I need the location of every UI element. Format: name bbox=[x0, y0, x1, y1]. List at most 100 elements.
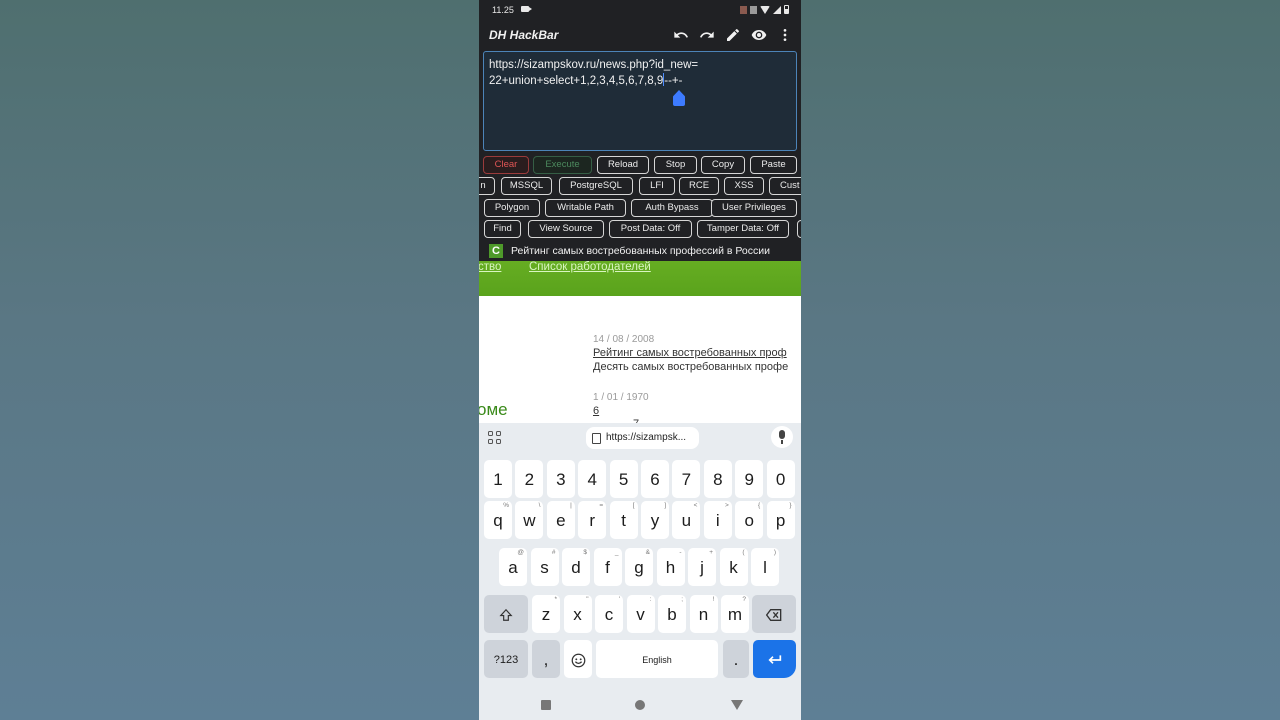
news-title-link[interactable]: 6 bbox=[593, 405, 599, 417]
key-n[interactable]: n! bbox=[689, 595, 718, 633]
key-e-label: e bbox=[556, 511, 566, 530]
rce-button[interactable]: RCE bbox=[679, 177, 719, 195]
key-u[interactable]: u < bbox=[672, 501, 701, 539]
key-7-label: 7 bbox=[681, 470, 692, 489]
button-row-options: Find View Source Post Data: Off Tamper D… bbox=[479, 220, 801, 240]
reload-button[interactable]: Reload bbox=[597, 156, 649, 174]
polygon-button[interactable]: Polygon bbox=[484, 199, 540, 217]
news-title-link[interactable]: Рейтинг самых востребованных проф bbox=[593, 347, 787, 359]
back-button[interactable] bbox=[731, 700, 743, 710]
mysql-button[interactable]: n bbox=[479, 177, 495, 195]
clipboard-suggestion[interactable]: https://sizampsk... bbox=[586, 427, 699, 449]
view-source-button[interactable]: View Source bbox=[528, 220, 604, 238]
nav-link-partial[interactable]: ство bbox=[479, 261, 501, 273]
postgresql-button[interactable]: PostgreSQL bbox=[559, 177, 633, 195]
key-g[interactable]: g & bbox=[625, 548, 653, 586]
custom-button[interactable]: Cust bbox=[769, 177, 801, 195]
enter-key[interactable] bbox=[753, 640, 796, 678]
key-z[interactable]: z * bbox=[532, 595, 560, 633]
key-f[interactable]: f _ bbox=[593, 548, 622, 586]
key-t[interactable]: t[ bbox=[609, 501, 638, 539]
key-hint: _ bbox=[614, 549, 619, 556]
stop-button[interactable]: Stop bbox=[654, 156, 697, 174]
tamper-data-toggle[interactable]: Tamper Data: Off bbox=[697, 220, 789, 238]
symbols-key[interactable]: ?123 bbox=[484, 640, 528, 678]
xss-button[interactable]: XSS bbox=[724, 177, 764, 195]
key-4[interactable]: 4 bbox=[578, 460, 607, 498]
key-y[interactable]: y] bbox=[641, 501, 669, 539]
key-x[interactable]: x " bbox=[563, 595, 592, 633]
key-1[interactable]: 1 bbox=[484, 460, 512, 498]
auth-bypass-button[interactable]: Auth Bypass bbox=[631, 199, 713, 217]
caret-handle[interactable] bbox=[673, 90, 685, 106]
apps-grid-icon[interactable] bbox=[488, 431, 506, 447]
microphone-icon[interactable] bbox=[771, 426, 793, 448]
key-n-label: n bbox=[698, 605, 709, 624]
key-m[interactable]: m? bbox=[721, 595, 749, 633]
key-w[interactable]: w \ bbox=[515, 501, 544, 539]
key-e[interactable]: e | bbox=[546, 501, 575, 539]
key-p[interactable]: p} bbox=[766, 501, 795, 539]
key-hint: " bbox=[586, 596, 589, 603]
key-hint: = bbox=[599, 502, 604, 509]
nav-link-employers[interactable]: Список работодателей bbox=[529, 261, 651, 273]
mssql-button[interactable]: MSSQL bbox=[501, 177, 552, 195]
key-k[interactable]: k( bbox=[719, 548, 748, 586]
lfi-button[interactable]: LFI bbox=[639, 177, 675, 195]
writable-path-button[interactable]: Writable Path bbox=[545, 199, 626, 217]
user-privileges-button[interactable]: User Privileges bbox=[711, 199, 797, 217]
post-data-toggle[interactable]: Post Data: Off bbox=[609, 220, 692, 238]
key-hint: * bbox=[554, 596, 557, 603]
comma-key[interactable]: , bbox=[532, 640, 560, 678]
clear-button[interactable]: Clear bbox=[483, 156, 529, 174]
key-2[interactable]: 2 bbox=[515, 460, 544, 498]
undo-icon[interactable] bbox=[671, 25, 691, 45]
key-7[interactable]: 7 bbox=[672, 460, 701, 498]
key-l-label: l bbox=[763, 558, 767, 577]
key-l[interactable]: l) bbox=[751, 548, 779, 586]
key-j[interactable]: j + bbox=[688, 548, 716, 586]
more-vert-icon[interactable] bbox=[775, 25, 795, 45]
key-d[interactable]: d $ bbox=[562, 548, 590, 586]
key-s[interactable]: s # bbox=[530, 548, 559, 586]
key-o[interactable]: o{ bbox=[735, 501, 764, 539]
key-c[interactable]: c ' bbox=[595, 595, 623, 633]
shift-key[interactable] bbox=[484, 595, 528, 633]
emoji-key[interactable] bbox=[564, 640, 592, 678]
key-hint: ; bbox=[681, 596, 683, 603]
app-bar: DH HackBar bbox=[479, 20, 801, 50]
edit-icon[interactable] bbox=[723, 25, 743, 45]
more-options-button[interactable] bbox=[797, 220, 801, 238]
redo-icon[interactable] bbox=[697, 25, 717, 45]
home-button[interactable] bbox=[635, 700, 645, 710]
recents-button[interactable] bbox=[541, 700, 551, 710]
backspace-key[interactable] bbox=[752, 595, 796, 633]
key-a[interactable]: a @ bbox=[499, 548, 527, 586]
key-b[interactable]: b; bbox=[658, 595, 686, 633]
notification-icon bbox=[750, 5, 757, 14]
space-key[interactable]: English bbox=[596, 640, 718, 678]
key-3[interactable]: 3 bbox=[546, 460, 575, 498]
paste-button[interactable]: Paste bbox=[750, 156, 797, 174]
key-5[interactable]: 5 bbox=[609, 460, 638, 498]
key-q[interactable]: q% bbox=[484, 501, 512, 539]
key-r[interactable]: r = bbox=[578, 501, 607, 539]
key-8[interactable]: 8 bbox=[703, 460, 732, 498]
period-key-label: . bbox=[733, 650, 739, 669]
key-0[interactable]: 0 bbox=[766, 460, 795, 498]
key-hint: $ bbox=[583, 549, 587, 556]
period-key[interactable]: . bbox=[723, 640, 749, 678]
eye-icon[interactable] bbox=[749, 25, 769, 45]
key-h[interactable]: h- bbox=[656, 548, 685, 586]
key-9[interactable]: 9 bbox=[735, 460, 764, 498]
side-heading: оме bbox=[479, 400, 508, 419]
key-i[interactable]: i > bbox=[703, 501, 732, 539]
find-button[interactable]: Find bbox=[484, 220, 521, 238]
key-hint: \ bbox=[538, 502, 541, 509]
key-g-label: g bbox=[634, 558, 644, 577]
execute-button[interactable]: Execute bbox=[533, 156, 592, 174]
key-v[interactable]: v: bbox=[626, 595, 655, 633]
copy-button[interactable]: Copy bbox=[701, 156, 745, 174]
key-6[interactable]: 6 bbox=[641, 460, 669, 498]
url-input[interactable]: https://sizampskov.ru/news.php?id_new= 2… bbox=[483, 51, 797, 151]
